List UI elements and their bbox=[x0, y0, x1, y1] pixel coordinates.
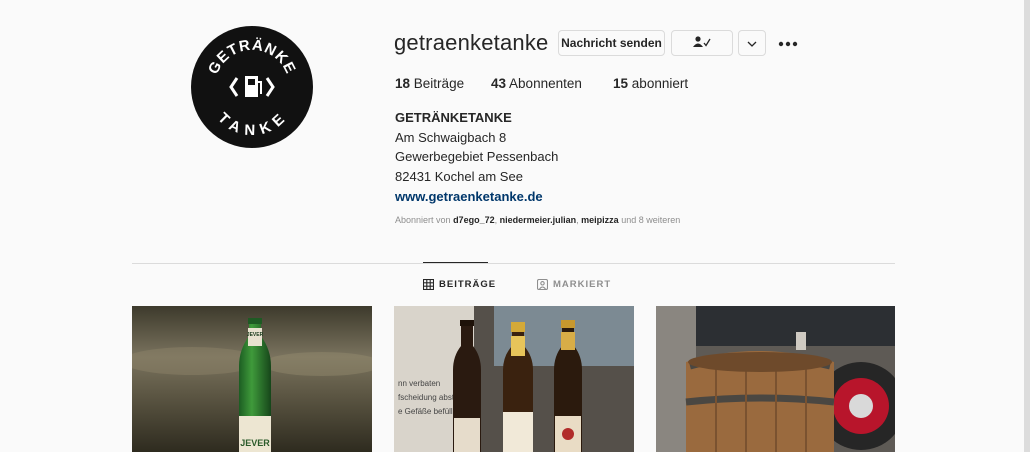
followed-by-user: niedermeier.julian bbox=[499, 215, 577, 225]
post-thumbnail[interactable]: nn verbaten fscheidung abstelle e Gefäße… bbox=[394, 306, 634, 452]
stat-followers-count: 43 bbox=[491, 76, 507, 91]
chevron-down-icon bbox=[747, 36, 757, 50]
more-options-icon[interactable] bbox=[778, 32, 798, 50]
profile-stats: 18 Beiträge 43 Abonnenten 15 abonniert bbox=[395, 76, 688, 91]
bio-line: Am Schwaigbach 8 bbox=[395, 129, 507, 145]
tabs-divider bbox=[132, 263, 895, 264]
following-button[interactable] bbox=[671, 30, 733, 56]
sign-text: e Gefäße befüllen bbox=[398, 407, 462, 416]
tab-tagged-label: MARKIERT bbox=[553, 279, 612, 290]
logo-text-top: GETRÄNKE bbox=[205, 37, 298, 77]
followed-by-prefix: Abonniert von bbox=[395, 215, 451, 225]
tagged-icon bbox=[537, 279, 548, 290]
svg-text:TANKE: TANKE bbox=[214, 110, 289, 140]
followed-by-user: meipizza bbox=[581, 215, 619, 225]
bio-line: Gewerbegebiet Pessenbach bbox=[395, 149, 559, 165]
followed-by[interactable]: Abonniert von d7ego_72, niedermeier.juli… bbox=[395, 215, 680, 225]
svg-text:JEVER: JEVER bbox=[247, 332, 264, 338]
profile-bio: GETRÄNKETANKE Am Schwaigbach 8 Gewerbege… bbox=[395, 108, 558, 207]
tab-tagged[interactable]: MARKIERT bbox=[537, 279, 611, 290]
bottle-label: JEVER bbox=[240, 438, 270, 448]
active-tab-indicator bbox=[423, 262, 488, 263]
stat-posts-label: Beiträge bbox=[413, 76, 465, 91]
stat-posts[interactable]: 18 Beiträge bbox=[395, 76, 491, 91]
suggestions-dropdown-button[interactable] bbox=[738, 30, 766, 56]
stat-posts-count: 18 bbox=[395, 76, 411, 91]
followed-by-suffix: und 8 weiteren bbox=[621, 215, 681, 225]
tab-posts[interactable]: BEITRÄGE bbox=[423, 279, 496, 290]
fuel-pump-icon bbox=[229, 76, 275, 97]
stat-followers-label: Abonnenten bbox=[509, 76, 582, 91]
logo-text-bottom: TANKE bbox=[214, 110, 287, 140]
post-thumbnail[interactable] bbox=[656, 306, 895, 452]
stat-following-count: 15 bbox=[613, 76, 629, 91]
send-message-button[interactable]: Nachricht senden bbox=[558, 30, 665, 56]
window-edge bbox=[1024, 0, 1030, 452]
person-check-icon bbox=[692, 35, 712, 51]
bio-line: 82431 Kochel am See bbox=[395, 169, 523, 185]
bio-website-link[interactable]: www.getraenketanke.de bbox=[395, 187, 558, 207]
stat-following-label: abonniert bbox=[631, 76, 689, 91]
profile-username: getraenketanke bbox=[394, 30, 549, 55]
svg-text:GETRÄNKE: GETRÄNKE bbox=[205, 37, 299, 77]
stat-followers[interactable]: 43 Abonnenten bbox=[491, 76, 613, 91]
grid-icon bbox=[423, 279, 434, 290]
bio-name: GETRÄNKETANKE bbox=[395, 110, 512, 125]
post-thumbnail[interactable]: JEVER JEVER bbox=[132, 306, 372, 452]
sign-text: nn verbaten bbox=[398, 379, 440, 388]
profile-avatar[interactable]: GETRÄNKE TANKE bbox=[191, 26, 313, 148]
followed-by-user: d7ego_72 bbox=[453, 215, 495, 225]
stat-following[interactable]: 15 abonniert bbox=[613, 76, 688, 91]
tab-posts-label: BEITRÄGE bbox=[439, 279, 497, 290]
